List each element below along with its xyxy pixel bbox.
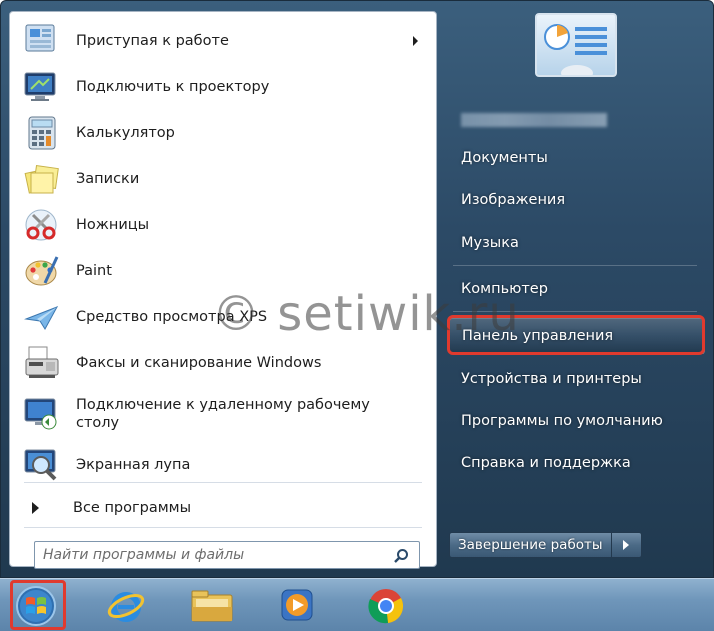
- program-item-projector[interactable]: Подключить к проектору: [10, 64, 436, 110]
- right-item-label: Панель управления: [462, 328, 614, 344]
- right-item-devices-printers[interactable]: Устройства и принтеры: [449, 361, 705, 397]
- right-item-music[interactable]: Музыка: [449, 225, 705, 261]
- program-item-sticky-notes[interactable]: Записки: [10, 156, 436, 202]
- fax-scanner-icon: [20, 343, 64, 383]
- chrome-icon[interactable]: [364, 585, 408, 627]
- projector-icon: [20, 67, 64, 107]
- right-item-label: Справка и поддержка: [461, 455, 631, 471]
- right-item-label: Изображения: [461, 192, 566, 208]
- right-item-label: Документы: [461, 150, 548, 166]
- program-item-remote-desktop[interactable]: Подключение к удаленному рабочему столу: [10, 386, 436, 442]
- program-label: Приступая к работе: [76, 33, 229, 49]
- right-item-label: Компьютер: [461, 281, 548, 297]
- right-item-label: Устройства и принтеры: [461, 371, 642, 387]
- submenu-arrow-icon: [413, 36, 418, 46]
- user-name[interactable]: [461, 113, 607, 127]
- magnifier-icon: [20, 445, 64, 485]
- right-item-documents[interactable]: Документы: [449, 140, 705, 176]
- getting-started-icon: [20, 21, 64, 61]
- right-item-default-programs[interactable]: Программы по умолчанию: [449, 403, 705, 439]
- search-icon[interactable]: [393, 548, 409, 568]
- search-divider: [24, 527, 422, 528]
- sticky-notes-icon: [20, 159, 64, 199]
- program-label: Подключение к удаленному рабочему столу: [76, 397, 370, 431]
- right-divider: [453, 311, 697, 312]
- right-item-control-panel[interactable]: Панель управления: [449, 318, 705, 354]
- expand-arrow-icon: [32, 502, 39, 514]
- program-item-xps-viewer[interactable]: Средство просмотра XPS: [10, 294, 436, 340]
- search-box[interactable]: [34, 541, 420, 569]
- all-programs-label: Все программы: [73, 500, 192, 516]
- start-menu: Приступая к работе Подключить к проектор…: [0, 0, 714, 578]
- right-item-pictures[interactable]: Изображения: [449, 182, 705, 218]
- right-item-computer[interactable]: Компьютер: [449, 271, 705, 307]
- chevron-right-icon: [623, 540, 630, 550]
- program-label: Записки: [76, 171, 140, 187]
- calculator-icon: [20, 113, 64, 153]
- internet-explorer-icon[interactable]: [104, 585, 148, 627]
- file-explorer-icon[interactable]: [190, 585, 234, 627]
- xps-viewer-icon: [20, 297, 64, 337]
- all-programs-button[interactable]: Все программы: [32, 494, 191, 522]
- program-label: Калькулятор: [76, 125, 175, 141]
- right-item-help-support[interactable]: Справка и поддержка: [449, 445, 705, 481]
- program-list: Приступая к работе Подключить к проектор…: [10, 18, 436, 488]
- taskbar: [0, 578, 714, 631]
- media-player-icon[interactable]: [276, 585, 320, 627]
- shutdown-button[interactable]: Завершение работы: [449, 532, 612, 558]
- paint-palette-icon: [20, 251, 64, 291]
- right-item-label: Музыка: [461, 235, 519, 251]
- shutdown-label: Завершение работы: [458, 537, 603, 553]
- search-input[interactable]: [43, 547, 383, 563]
- user-avatar[interactable]: [535, 13, 617, 81]
- windows-start-orb-icon[interactable]: [14, 585, 58, 627]
- program-item-fax-scan[interactable]: Факсы и сканирование Windows: [10, 340, 436, 386]
- program-label: Paint: [76, 263, 112, 279]
- program-label: Ножницы: [76, 217, 150, 233]
- scissors-icon: [20, 205, 64, 245]
- program-label: Средство просмотра XPS: [76, 309, 268, 325]
- programs-divider: [24, 482, 422, 483]
- program-item-calculator[interactable]: Калькулятор: [10, 110, 436, 156]
- shutdown-group: Завершение работы: [449, 532, 642, 558]
- right-item-label: Программы по умолчанию: [461, 413, 663, 429]
- shutdown-options-button[interactable]: [611, 532, 642, 558]
- program-item-paint[interactable]: Paint: [10, 248, 436, 294]
- programs-pane: Приступая к работе Подключить к проектор…: [9, 11, 437, 569]
- program-label: Подключить к проектору: [76, 79, 270, 95]
- program-item-snipping-tool[interactable]: Ножницы: [10, 202, 436, 248]
- program-label: Факсы и сканирование Windows: [76, 355, 322, 371]
- remote-desktop-icon: [20, 394, 64, 434]
- program-item-getting-started[interactable]: Приступая к работе: [10, 18, 436, 64]
- program-label: Экранная лупа: [76, 457, 191, 473]
- right-divider: [453, 265, 697, 266]
